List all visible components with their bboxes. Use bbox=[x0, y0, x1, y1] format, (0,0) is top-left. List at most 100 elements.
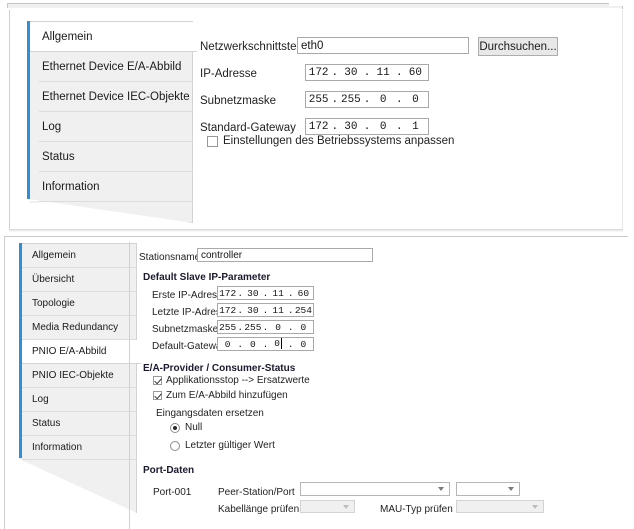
nav-item-label: Ethernet Device E/A-Abbild bbox=[42, 60, 182, 73]
add-to-image-checkbox-label: Zum E/A-Abbild hinzufügen bbox=[166, 390, 288, 401]
port-001-label: Port-001 bbox=[153, 487, 192, 498]
ip-dot: . bbox=[363, 120, 371, 133]
cable-length-select[interactable] bbox=[300, 500, 355, 513]
provider-heading: E/A-Provider / Consumer-Status bbox=[143, 363, 296, 374]
ip-dot: . bbox=[395, 120, 403, 133]
mau-type-select[interactable] bbox=[456, 500, 544, 513]
ip-octet-3: 11 bbox=[376, 66, 390, 79]
nav-item-ethernet-ea-abbild[interactable]: Ethernet Device E/A-Abbild bbox=[30, 52, 193, 82]
os-settings-checkbox[interactable] bbox=[207, 135, 218, 147]
nav-item-status[interactable]: Status bbox=[30, 142, 193, 172]
nav-item-label: Ethernet Device IEC-Objekte bbox=[42, 90, 190, 103]
add-to-image-checkbox-row[interactable]: Zum E/A-Abbild hinzufügen bbox=[153, 390, 288, 401]
add-to-image-checkbox[interactable] bbox=[153, 391, 162, 400]
chevron-down-icon bbox=[508, 487, 514, 491]
radio-null-label: Null bbox=[185, 422, 203, 433]
nav-separator-gap bbox=[30, 201, 39, 203]
os-settings-checkbox-row[interactable]: Einstellungen des Betriebssystems anpass… bbox=[207, 135, 454, 147]
station-name-input[interactable]: controller bbox=[197, 248, 373, 262]
ip-dot: . bbox=[363, 66, 371, 79]
subnet-mask-label: Subnetzmaske bbox=[200, 95, 277, 107]
network-interface-input[interactable]: eth0 bbox=[297, 37, 469, 54]
app-stop-checkbox-row[interactable]: Applikationsstop --> Ersatzwerte bbox=[153, 375, 310, 386]
nav-item-media-redundancy[interactable]: Media Redundancy bbox=[22, 316, 137, 340]
slave-subnet-octet-2: 255 bbox=[244, 321, 262, 333]
ip-dot: . bbox=[331, 120, 339, 133]
last-ip-input[interactable]: 172 . 30 . 11 . 254 bbox=[217, 303, 314, 317]
os-settings-checkbox-label: Einstellungen des Betriebssystems anpass… bbox=[223, 135, 455, 147]
slave-ip-heading: Default Slave IP-Parameter bbox=[143, 272, 271, 283]
nav-separator-gap bbox=[30, 141, 39, 143]
radio-null[interactable] bbox=[170, 422, 180, 433]
nav-item-status[interactable]: Status bbox=[22, 412, 137, 436]
panel-divider-shadow bbox=[9, 229, 623, 232]
slave-subnet-octet-4: 0 bbox=[300, 321, 307, 333]
default-gateway-label: Standard-Gateway bbox=[200, 122, 296, 134]
subnet-octet-1: 255 bbox=[308, 93, 329, 106]
peer-port-select[interactable] bbox=[456, 482, 520, 496]
ip-dot: . bbox=[395, 93, 403, 106]
nav-item-allgemein[interactable]: Allgemein bbox=[22, 244, 137, 268]
nav-item-label: Allgemein bbox=[32, 250, 76, 261]
station-name-label: Stationsname bbox=[139, 252, 201, 263]
gateway-octet-2: 30 bbox=[344, 120, 358, 133]
radio-last-valid-row[interactable]: Letzter gültiger Wert bbox=[170, 440, 275, 451]
port-data-heading: Port-Daten bbox=[143, 465, 195, 476]
nav-separator-gap bbox=[30, 111, 39, 113]
gateway-octet-4: 1 bbox=[412, 120, 419, 133]
peer-station-select[interactable] bbox=[300, 482, 450, 496]
nav-item-label: Status bbox=[42, 150, 75, 163]
nav-item-label: Allgemein bbox=[42, 30, 93, 43]
nav-item-label: Topologie bbox=[32, 298, 75, 309]
slave-gateway-octet-2: 0 bbox=[250, 338, 256, 350]
subnet-octet-3: 0 bbox=[379, 93, 387, 106]
gateway-octet-3: 0 bbox=[379, 120, 387, 133]
nav-item-label: Media Redundancy bbox=[32, 322, 119, 333]
nav-item-topologie[interactable]: Topologie bbox=[22, 292, 137, 316]
ethernet-device-panel: Allgemein Ethernet Device E/A-Abbild Eth… bbox=[9, 10, 623, 231]
radio-null-row[interactable]: Null bbox=[170, 422, 202, 433]
slave-gateway-octet-4: 0 bbox=[300, 338, 307, 350]
radio-last-valid[interactable] bbox=[170, 440, 180, 451]
nav-item-pnio-ea-abbild[interactable]: PNIO E/A-Abbild bbox=[22, 340, 141, 364]
pnio-device-panel: Allgemein Übersicht Topologie Media Redu… bbox=[4, 236, 628, 529]
chevron-down-icon bbox=[438, 487, 444, 491]
text-cursor bbox=[280, 338, 282, 350]
slave-gateway-octet-3: 0 bbox=[274, 338, 282, 350]
nav-item-label: Information bbox=[32, 442, 83, 453]
chevron-down-icon bbox=[343, 504, 349, 509]
nav-item-log[interactable]: Log bbox=[22, 388, 137, 412]
cable-length-label: Kabellänge prüfen bbox=[218, 504, 300, 515]
nav-separator-gap bbox=[30, 171, 39, 173]
nav-item-information[interactable]: Information bbox=[22, 436, 137, 460]
nav-item-information[interactable]: Information bbox=[30, 172, 193, 202]
app-stop-checkbox-label: Applikationsstop --> Ersatzwerte bbox=[166, 375, 310, 386]
chevron-down-icon bbox=[532, 504, 538, 509]
ip-address-input[interactable]: 172 . 30 . 11 . 60 bbox=[305, 64, 429, 81]
subnet-mask-input[interactable]: 255 . 255 . 0 . 0 bbox=[305, 91, 429, 108]
app-root: Allgemein Ethernet Device E/A-Abbild Eth… bbox=[0, 0, 634, 529]
nav-item-pnio-iec-objekte[interactable]: PNIO IEC-Objekte bbox=[22, 364, 137, 388]
browse-button[interactable]: Durchsuchen... bbox=[478, 37, 558, 56]
ip-dot: . bbox=[331, 93, 339, 106]
panel-vertical-divider bbox=[129, 242, 130, 529]
default-gateway-input[interactable]: 172 . 30 . 0 . 1 bbox=[305, 118, 429, 135]
slave-gateway-input[interactable]: 0 . 0 . 0 . 0 bbox=[217, 337, 314, 351]
replace-input-data-label: Eingangsdaten ersetzen bbox=[156, 408, 264, 419]
app-stop-checkbox[interactable] bbox=[153, 376, 162, 385]
window-minimize-button[interactable] bbox=[609, 2, 631, 6]
slave-subnet-input[interactable]: 255 . 255 . 0 . 0 bbox=[217, 320, 314, 334]
nav-separator-gap bbox=[30, 81, 39, 83]
slave-gateway-octet-1: 0 bbox=[224, 338, 231, 350]
first-ip-input[interactable]: 172 . 30 . 11 . 60 bbox=[217, 286, 314, 300]
nav-item-label: Information bbox=[42, 180, 100, 193]
radio-last-valid-label: Letzter gültiger Wert bbox=[185, 440, 275, 451]
first-ip-octet-2: 30 bbox=[247, 287, 259, 299]
nav-item-uebersicht[interactable]: Übersicht bbox=[22, 268, 137, 292]
nav-item-allgemein[interactable]: Allgemein bbox=[30, 22, 197, 52]
subnet-octet-2: 255 bbox=[340, 93, 361, 106]
nav-item-log[interactable]: Log bbox=[30, 112, 193, 142]
slave-subnet-label: Subnetzmaske bbox=[152, 324, 219, 335]
slave-subnet-octet-1: 255 bbox=[219, 321, 237, 333]
nav-item-ethernet-iec-objekte[interactable]: Ethernet Device IEC-Objekte bbox=[30, 82, 193, 112]
